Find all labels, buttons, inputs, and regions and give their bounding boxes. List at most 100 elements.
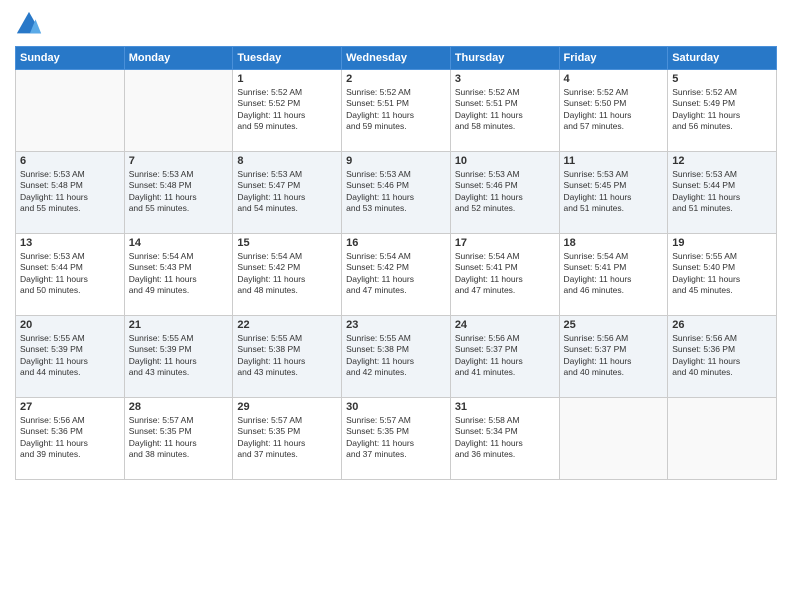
- cell-info: Sunrise: 5:54 AM Sunset: 5:43 PM Dayligh…: [129, 251, 229, 297]
- day-number: 2: [346, 73, 446, 85]
- calendar-cell: 7 Sunrise: 5:53 AM Sunset: 5:48 PM Daylig…: [124, 152, 233, 234]
- day-number: 8: [237, 155, 337, 167]
- day-number: 12: [672, 155, 772, 167]
- cell-info: Sunrise: 5:55 AM Sunset: 5:38 PM Dayligh…: [237, 333, 337, 379]
- weekday-header: Thursday: [450, 47, 559, 70]
- cell-info: Sunrise: 5:53 AM Sunset: 5:46 PM Dayligh…: [346, 169, 446, 215]
- cell-info: Sunrise: 5:58 AM Sunset: 5:34 PM Dayligh…: [455, 415, 555, 461]
- cell-info: Sunrise: 5:53 AM Sunset: 5:48 PM Dayligh…: [129, 169, 229, 215]
- cell-info: Sunrise: 5:54 AM Sunset: 5:41 PM Dayligh…: [455, 251, 555, 297]
- calendar-week-row: 1 Sunrise: 5:52 AM Sunset: 5:52 PM Daylig…: [16, 70, 777, 152]
- header-row: SundayMondayTuesdayWednesdayThursdayFrid…: [16, 47, 777, 70]
- day-number: 14: [129, 237, 229, 249]
- day-number: 27: [20, 401, 120, 413]
- cell-info: Sunrise: 5:55 AM Sunset: 5:39 PM Dayligh…: [20, 333, 120, 379]
- day-number: 1: [237, 73, 337, 85]
- day-number: 6: [20, 155, 120, 167]
- calendar-week-row: 20Sunrise: 5:55 AM Sunset: 5:39 PM Dayli…: [16, 316, 777, 398]
- calendar-cell: 17 Sunrise: 5:54 AM Sunset: 5:41 PM Dayli…: [450, 234, 559, 316]
- calendar-cell: 5 Sunrise: 5:52 AM Sunset: 5:49 PM Daylig…: [668, 70, 777, 152]
- day-number: 10: [455, 155, 555, 167]
- day-number: 17: [455, 237, 555, 249]
- weekday-header: Sunday: [16, 47, 125, 70]
- day-number: 4: [564, 73, 664, 85]
- day-number: 23: [346, 319, 446, 331]
- calendar-week-row: 6 Sunrise: 5:53 AM Sunset: 5:48 PM Daylig…: [16, 152, 777, 234]
- day-number: 25: [564, 319, 664, 331]
- day-number: 31: [455, 401, 555, 413]
- calendar-cell: 16Sunrise: 5:54 AM Sunset: 5:42 PM Dayli…: [342, 234, 451, 316]
- calendar-table: SundayMondayTuesdayWednesdayThursdayFrid…: [15, 46, 777, 480]
- calendar-cell: [668, 398, 777, 480]
- day-number: 28: [129, 401, 229, 413]
- calendar-cell: 8 Sunrise: 5:53 AM Sunset: 5:47 PM Daylig…: [233, 152, 342, 234]
- cell-info: Sunrise: 5:53 AM Sunset: 5:44 PM Dayligh…: [20, 251, 120, 297]
- day-number: 22: [237, 319, 337, 331]
- cell-info: Sunrise: 5:52 AM Sunset: 5:51 PM Dayligh…: [455, 87, 555, 133]
- cell-info: Sunrise: 5:53 AM Sunset: 5:44 PM Dayligh…: [672, 169, 772, 215]
- day-number: 13: [20, 237, 120, 249]
- weekday-header: Friday: [559, 47, 668, 70]
- day-number: 15: [237, 237, 337, 249]
- calendar-cell: 29 Sunrise: 5:57 AM Sunset: 5:35 PM Dayli…: [233, 398, 342, 480]
- calendar-cell: 3 Sunrise: 5:52 AM Sunset: 5:51 PM Daylig…: [450, 70, 559, 152]
- cell-info: Sunrise: 5:53 AM Sunset: 5:48 PM Dayligh…: [20, 169, 120, 215]
- weekday-header: Tuesday: [233, 47, 342, 70]
- day-number: 30: [346, 401, 446, 413]
- weekday-header: Saturday: [668, 47, 777, 70]
- cell-info: Sunrise: 5:54 AM Sunset: 5:42 PM Dayligh…: [346, 251, 446, 297]
- cell-info: Sunrise: 5:55 AM Sunset: 5:40 PM Dayligh…: [672, 251, 772, 297]
- calendar-cell: 14 Sunrise: 5:54 AM Sunset: 5:43 PM Dayli…: [124, 234, 233, 316]
- calendar-cell: 22 Sunrise: 5:55 AM Sunset: 5:38 PM Dayli…: [233, 316, 342, 398]
- day-number: 3: [455, 73, 555, 85]
- cell-info: Sunrise: 5:53 AM Sunset: 5:47 PM Dayligh…: [237, 169, 337, 215]
- calendar-cell: 30 Sunrise: 5:57 AM Sunset: 5:35 PM Dayli…: [342, 398, 451, 480]
- calendar-cell: 4Sunrise: 5:52 AM Sunset: 5:50 PM Daylig…: [559, 70, 668, 152]
- calendar-week-row: 13 Sunrise: 5:53 AM Sunset: 5:44 PM Dayli…: [16, 234, 777, 316]
- calendar-cell: 24 Sunrise: 5:56 AM Sunset: 5:37 PM Dayli…: [450, 316, 559, 398]
- day-number: 26: [672, 319, 772, 331]
- day-number: 21: [129, 319, 229, 331]
- day-number: 19: [672, 237, 772, 249]
- calendar-cell: 18Sunrise: 5:54 AM Sunset: 5:41 PM Dayli…: [559, 234, 668, 316]
- logo: [15, 10, 47, 38]
- cell-info: Sunrise: 5:56 AM Sunset: 5:37 PM Dayligh…: [564, 333, 664, 379]
- calendar-cell: 31 Sunrise: 5:58 AM Sunset: 5:34 PM Dayli…: [450, 398, 559, 480]
- day-number: 29: [237, 401, 337, 413]
- calendar-cell: [559, 398, 668, 480]
- calendar-cell: 21 Sunrise: 5:55 AM Sunset: 5:39 PM Dayli…: [124, 316, 233, 398]
- calendar-week-row: 27 Sunrise: 5:56 AM Sunset: 5:36 PM Dayli…: [16, 398, 777, 480]
- calendar-cell: 11Sunrise: 5:53 AM Sunset: 5:45 PM Dayli…: [559, 152, 668, 234]
- day-number: 7: [129, 155, 229, 167]
- cell-info: Sunrise: 5:54 AM Sunset: 5:41 PM Dayligh…: [564, 251, 664, 297]
- cell-info: Sunrise: 5:53 AM Sunset: 5:46 PM Dayligh…: [455, 169, 555, 215]
- calendar-cell: 19 Sunrise: 5:55 AM Sunset: 5:40 PM Dayli…: [668, 234, 777, 316]
- cell-info: Sunrise: 5:55 AM Sunset: 5:38 PM Dayligh…: [346, 333, 446, 379]
- page-header: [15, 10, 777, 38]
- cell-info: Sunrise: 5:56 AM Sunset: 5:37 PM Dayligh…: [455, 333, 555, 379]
- calendar-cell: 23 Sunrise: 5:55 AM Sunset: 5:38 PM Dayli…: [342, 316, 451, 398]
- weekday-header: Wednesday: [342, 47, 451, 70]
- cell-info: Sunrise: 5:56 AM Sunset: 5:36 PM Dayligh…: [20, 415, 120, 461]
- calendar-cell: 9 Sunrise: 5:53 AM Sunset: 5:46 PM Daylig…: [342, 152, 451, 234]
- cell-info: Sunrise: 5:52 AM Sunset: 5:51 PM Dayligh…: [346, 87, 446, 133]
- calendar-cell: [124, 70, 233, 152]
- cell-info: Sunrise: 5:55 AM Sunset: 5:39 PM Dayligh…: [129, 333, 229, 379]
- calendar-cell: [16, 70, 125, 152]
- day-number: 9: [346, 155, 446, 167]
- cell-info: Sunrise: 5:57 AM Sunset: 5:35 PM Dayligh…: [237, 415, 337, 461]
- day-number: 5: [672, 73, 772, 85]
- cell-info: Sunrise: 5:52 AM Sunset: 5:52 PM Dayligh…: [237, 87, 337, 133]
- cell-info: Sunrise: 5:52 AM Sunset: 5:49 PM Dayligh…: [672, 87, 772, 133]
- logo-icon: [15, 10, 43, 38]
- calendar-cell: 20Sunrise: 5:55 AM Sunset: 5:39 PM Dayli…: [16, 316, 125, 398]
- calendar-cell: 15Sunrise: 5:54 AM Sunset: 5:42 PM Dayli…: [233, 234, 342, 316]
- calendar-cell: 6 Sunrise: 5:53 AM Sunset: 5:48 PM Daylig…: [16, 152, 125, 234]
- calendar-cell: 1 Sunrise: 5:52 AM Sunset: 5:52 PM Daylig…: [233, 70, 342, 152]
- day-number: 24: [455, 319, 555, 331]
- calendar-cell: 27 Sunrise: 5:56 AM Sunset: 5:36 PM Dayli…: [16, 398, 125, 480]
- calendar-cell: 10 Sunrise: 5:53 AM Sunset: 5:46 PM Dayli…: [450, 152, 559, 234]
- calendar-cell: 13 Sunrise: 5:53 AM Sunset: 5:44 PM Dayli…: [16, 234, 125, 316]
- cell-info: Sunrise: 5:57 AM Sunset: 5:35 PM Dayligh…: [346, 415, 446, 461]
- day-number: 11: [564, 155, 664, 167]
